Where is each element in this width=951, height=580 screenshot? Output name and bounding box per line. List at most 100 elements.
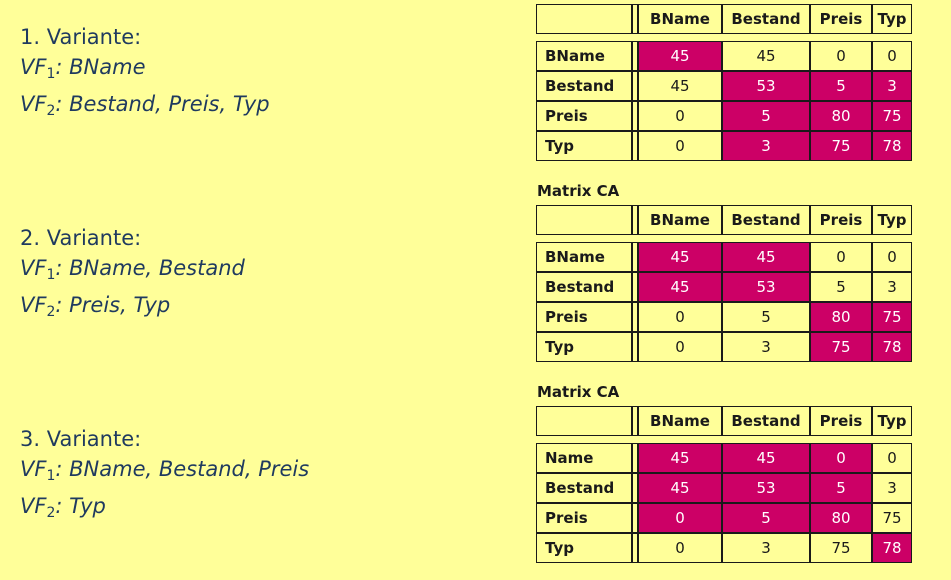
matrix-cell: 45 [638, 473, 722, 503]
col-header-bestand: Bestand [722, 406, 810, 436]
matrix-cell: 3 [872, 71, 912, 101]
variant-2-vf2: VF2: Preis, Typ [20, 290, 245, 327]
vf-value: : Bestand, Preis, Typ [55, 92, 270, 116]
variant-3-title: 3. Variante: [20, 427, 142, 451]
row-label: Bestand [536, 473, 632, 503]
matrix-cell: 5 [810, 272, 872, 302]
matrix-cell: 5 [722, 302, 810, 332]
row-label: Bestand [536, 71, 632, 101]
matrix-row: Typ 0 3 75 78 [536, 533, 912, 563]
matrix-cell: 5 [810, 473, 872, 503]
vf-label: VF [20, 494, 47, 518]
col-header-bname: BName [638, 205, 722, 235]
matrix-cell: 3 [722, 332, 810, 362]
matrix-cell: 75 [810, 533, 872, 563]
matrix-cell: 5 [722, 101, 810, 131]
matrix-2-caption: Matrix CA [537, 182, 620, 200]
matrix-cell: 53 [722, 272, 810, 302]
col-header-typ: Typ [872, 205, 912, 235]
col-header-preis: Preis [810, 4, 872, 34]
matrix-cell: 80 [810, 101, 872, 131]
matrix-cell: 0 [872, 443, 912, 473]
matrix-1-header: BName Bestand Preis Typ [536, 4, 912, 34]
matrix-row: BName 45 45 0 0 [536, 242, 912, 272]
matrix-cell: 53 [722, 473, 810, 503]
col-header-bestand: Bestand [722, 4, 810, 34]
row-label: Preis [536, 302, 632, 332]
variant-3-vf2: VF2: Typ [20, 491, 309, 528]
matrix-cell: 78 [872, 131, 912, 161]
row-label: BName [536, 242, 632, 272]
row-label: Typ [536, 533, 632, 563]
matrix-cell: 75 [872, 503, 912, 533]
matrix-row: BName 45 45 0 0 [536, 41, 912, 71]
matrix-cell: 45 [638, 242, 722, 272]
matrix-cell: 5 [810, 71, 872, 101]
matrix-row: Preis 0 5 80 75 [536, 101, 912, 131]
matrix-cell: 0 [872, 242, 912, 272]
row-label: Typ [536, 131, 632, 161]
vf-value: : Typ [55, 494, 106, 518]
col-header-preis: Preis [810, 205, 872, 235]
vf-value: : BName, Bestand, Preis [55, 457, 310, 481]
row-label: Name [536, 443, 632, 473]
variant-2-text: 2. Variante: VF1: BName, Bestand VF2: Pr… [20, 223, 245, 327]
matrix-cell: 0 [872, 41, 912, 71]
matrix-cell: 80 [810, 302, 872, 332]
header-corner [536, 205, 632, 235]
matrix-cell: 3 [872, 272, 912, 302]
matrix-row: Typ 0 3 75 78 [536, 332, 912, 362]
variant-1-text: 1. Variante: VF1: BName VF2: Bestand, Pr… [20, 22, 270, 126]
variant-2-vf1: VF1: BName, Bestand [20, 253, 245, 290]
row-label: Typ [536, 332, 632, 362]
matrix-cell: 45 [722, 41, 810, 71]
matrix-cell: 53 [722, 71, 810, 101]
row-label: Preis [536, 503, 632, 533]
variant-1-vf1: VF1: BName [20, 52, 270, 89]
matrix-2-header: BName Bestand Preis Typ [536, 205, 912, 235]
col-header-bname: BName [638, 406, 722, 436]
vf-label: VF [20, 457, 47, 481]
matrix-cell: 5 [722, 503, 810, 533]
matrix-cell: 75 [872, 302, 912, 332]
matrix-cell: 45 [638, 272, 722, 302]
matrix-cell: 0 [638, 131, 722, 161]
header-corner [536, 406, 632, 436]
vf-label: VF [20, 55, 47, 79]
matrix-cell: 45 [722, 443, 810, 473]
vf-value: : Preis, Typ [55, 293, 171, 317]
matrix-cell: 3 [722, 533, 810, 563]
col-header-bname: BName [638, 4, 722, 34]
variant-3-vf1: VF1: BName, Bestand, Preis [20, 454, 309, 491]
matrix-cell: 78 [872, 533, 912, 563]
header-corner [536, 4, 632, 34]
matrix-3-caption: Matrix CA [537, 383, 620, 401]
matrix-cell: 45 [638, 41, 722, 71]
row-label: BName [536, 41, 632, 71]
variant-3-text: 3. Variante: VF1: BName, Bestand, Preis … [20, 424, 309, 528]
variant-2-title: 2. Variante: [20, 226, 142, 250]
matrix-3-body: Name 45 45 0 0 Bestand 45 53 5 3 Preis 0 5 80 75 Typ 0 3 7… [536, 443, 912, 563]
vf-value: : BName [55, 55, 146, 79]
row-label: Bestand [536, 272, 632, 302]
matrix-cell: 45 [638, 71, 722, 101]
variant-1-title: 1. Variante: [20, 25, 142, 49]
col-header-typ: Typ [872, 4, 912, 34]
vf-value: : BName, Bestand [55, 256, 245, 280]
matrix-row: Typ 0 3 75 78 [536, 131, 912, 161]
row-label: Preis [536, 101, 632, 131]
matrix-cell: 45 [722, 242, 810, 272]
matrix-cell: 0 [810, 41, 872, 71]
matrix-2-body: BName 45 45 0 0 Bestand 45 53 5 3 Preis 0 5 80 75 Typ 0 3… [536, 242, 912, 362]
vf-label: VF [20, 293, 47, 317]
matrix-cell: 0 [638, 533, 722, 563]
matrix-cell: 3 [872, 473, 912, 503]
matrix-cell: 0 [638, 302, 722, 332]
matrix-row: Bestand 45 53 5 3 [536, 473, 912, 503]
col-header-typ: Typ [872, 406, 912, 436]
matrix-row: Bestand 45 53 5 3 [536, 71, 912, 101]
vf-label: VF [20, 92, 47, 116]
matrix-cell: 75 [872, 101, 912, 131]
col-header-bestand: Bestand [722, 205, 810, 235]
matrix-3-header: BName Bestand Preis Typ [536, 406, 912, 436]
